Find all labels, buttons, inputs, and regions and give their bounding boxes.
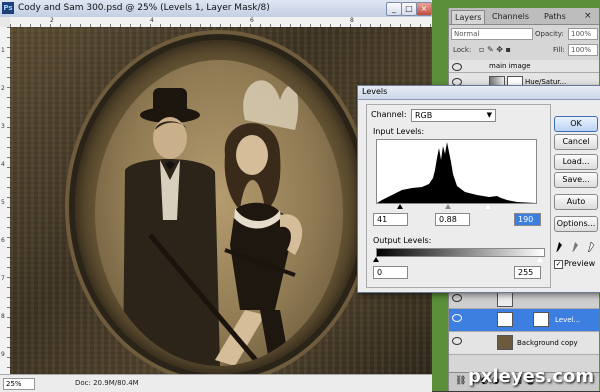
layer-mask-thumbnail [533, 312, 549, 327]
channel-select[interactable]: RGB ▼ [411, 109, 496, 122]
panel-tabs: Layers Channels Paths × [449, 8, 599, 25]
layer-group-main-image[interactable]: main image [449, 60, 599, 73]
tab-paths[interactable]: Paths [541, 10, 569, 23]
lock-label: Lock: [453, 46, 472, 54]
ok-button[interactable]: OK [554, 116, 598, 132]
black-point-slider[interactable] [397, 204, 403, 209]
input-black-field[interactable]: 41 [373, 213, 408, 226]
watermark: pxleyes.com [468, 366, 595, 387]
opacity-label: Opacity: [535, 30, 564, 38]
load-button[interactable]: Load... [554, 154, 598, 170]
ruler-tick: 2 [1, 85, 5, 92]
save-button[interactable]: Save... [554, 172, 598, 188]
layer-name: Level... [555, 316, 581, 324]
visibility-eye-icon[interactable] [452, 294, 462, 302]
ruler-tick: 7 [1, 275, 5, 282]
layer-name: Background copy [517, 339, 578, 347]
fill-label: Fill: [553, 46, 565, 54]
histogram [376, 139, 537, 204]
levels-histogram-icon [497, 312, 513, 327]
input-gamma-field[interactable]: 0.88 [435, 213, 470, 226]
zoom-field[interactable]: 25% [3, 378, 35, 390]
output-black-field[interactable]: 0 [373, 266, 408, 279]
channel-label: Channel: [371, 110, 407, 119]
ruler-tick: 6 [250, 17, 254, 24]
status-bar: 25% Doc: 20.9M/80.4M [0, 374, 432, 392]
visibility-eye-icon[interactable] [452, 63, 462, 71]
close-button[interactable]: × [416, 2, 432, 16]
options-button[interactable]: Options... [554, 216, 598, 232]
output-gradient [376, 248, 545, 257]
portrait-figures [123, 80, 303, 366]
ruler-tick: 4 [1, 161, 5, 168]
chevron-down-icon: ▼ [486, 111, 492, 119]
layer-name: main image [489, 62, 531, 70]
output-black-slider[interactable] [373, 257, 379, 262]
ruler-tick: 1 [1, 47, 5, 54]
gamma-slider[interactable] [445, 204, 451, 209]
white-eyedropper-icon[interactable] [588, 242, 595, 252]
visibility-eye-icon[interactable] [452, 337, 462, 345]
visibility-eye-icon[interactable] [452, 314, 462, 322]
output-white-slider[interactable] [537, 257, 543, 262]
ruler-tick: 3 [1, 123, 5, 130]
channel-value: RGB [415, 111, 433, 120]
document-size[interactable]: Doc: 20.9M/80.4M [75, 379, 139, 387]
sepia-portrait [95, 60, 343, 366]
lock-row: Lock: ▫ ✎ ✥ ▪ Fill: 100% [449, 44, 599, 58]
output-levels-label: Output Levels: [373, 236, 432, 245]
dialog-title: Levels [362, 87, 388, 96]
layer-thumbnail [497, 292, 513, 307]
dialog-title-bar[interactable]: Levels [358, 86, 600, 100]
ruler-tick: 2 [50, 17, 54, 24]
maximize-button[interactable]: □ [401, 2, 417, 16]
blend-row: Normal Opacity: 100% [449, 28, 599, 42]
black-eyedropper-icon[interactable] [556, 242, 563, 252]
ruler-tick: 6 [1, 237, 5, 244]
fill-input[interactable]: 100% [568, 44, 598, 56]
histogram-graph [377, 142, 536, 203]
tab-channels[interactable]: Channels [489, 10, 532, 23]
white-point-slider[interactable] [485, 204, 491, 209]
tab-layers[interactable]: Layers [451, 10, 486, 24]
minimize-button[interactable]: _ [386, 2, 402, 16]
cancel-button[interactable]: Cancel [554, 134, 598, 150]
preview-label: Preview [564, 259, 596, 268]
blend-mode-select[interactable]: Normal [451, 28, 533, 40]
ruler-tick: 9 [1, 351, 5, 358]
ruler-tick: 8 [350, 17, 354, 24]
document-title-bar[interactable]: Ps Cody and Sam 300.psd @ 25% (Levels 1,… [0, 0, 432, 18]
layer-levels[interactable]: Level... [449, 309, 599, 332]
levels-dialog: Levels Channel: RGB ▼ Input Levels: 41 0… [357, 85, 600, 293]
levels-controls: Channel: RGB ▼ Input Levels: 41 0.88 190… [366, 104, 551, 288]
auto-button[interactable]: Auto [554, 194, 598, 210]
layer-background-copy[interactable]: Background copy [449, 332, 599, 355]
ruler-tick: 5 [1, 199, 5, 206]
preview-checkbox[interactable]: ✓ [554, 260, 563, 269]
ruler-tick: 8 [1, 313, 5, 320]
layer-thumbnail [497, 335, 513, 350]
input-white-field[interactable]: 190 [514, 213, 541, 226]
output-white-field[interactable]: 255 [514, 266, 541, 279]
input-levels-label: Input Levels: [373, 127, 425, 136]
ruler-tick: 4 [150, 17, 154, 24]
photoshop-icon: Ps [2, 2, 14, 14]
gray-eyedropper-icon[interactable] [572, 242, 579, 252]
opacity-input[interactable]: 100% [568, 28, 598, 40]
lock-icons[interactable]: ▫ ✎ ✥ ▪ [479, 45, 511, 54]
document-title: Cody and Sam 300.psd @ 25% (Levels 1, La… [18, 3, 270, 13]
panel-close-icon[interactable]: × [581, 10, 595, 23]
